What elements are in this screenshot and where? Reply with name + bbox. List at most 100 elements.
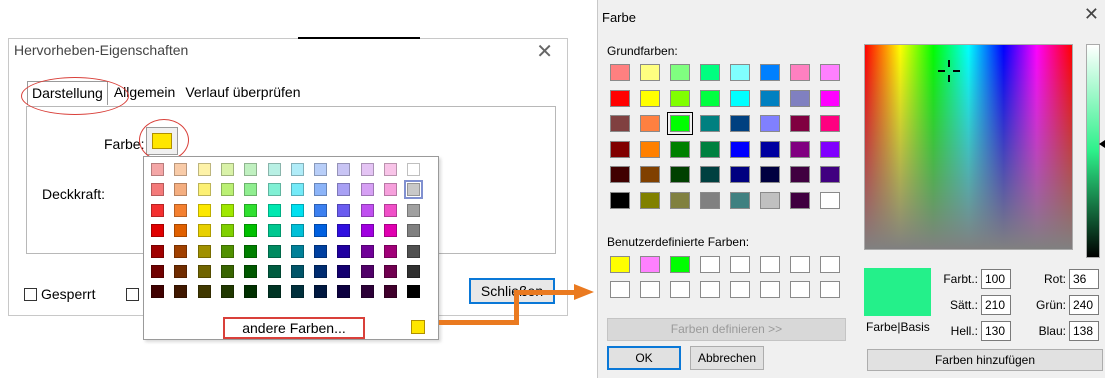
basic-color-cell[interactable]: [760, 64, 780, 81]
palette-color-cell[interactable]: [267, 265, 281, 278]
basic-color-cell[interactable]: [790, 191, 810, 209]
basic-color-cell[interactable]: [820, 64, 840, 81]
palette-color-cell[interactable]: [407, 285, 421, 299]
basic-color-cell[interactable]: [610, 64, 630, 81]
palette-color-cell[interactable]: [404, 180, 424, 200]
palette-color-cell[interactable]: [151, 203, 164, 217]
palette-color-cell[interactable]: [337, 163, 351, 176]
palette-color-cell[interactable]: [220, 183, 234, 197]
basic-color-cell[interactable]: [790, 89, 810, 107]
custom-color-cell[interactable]: [670, 281, 690, 298]
palette-color-cell[interactable]: [407, 244, 421, 258]
palette-color-cell[interactable]: [220, 224, 234, 238]
palette-color-cell[interactable]: [197, 285, 211, 299]
palette-color-cell[interactable]: [151, 285, 164, 299]
palette-color-cell[interactable]: [337, 203, 351, 217]
basic-color-cell[interactable]: [700, 140, 720, 158]
palette-color-cell[interactable]: [360, 163, 374, 176]
basic-color-cell[interactable]: [730, 115, 750, 132]
recent-color-swatch[interactable]: [411, 320, 425, 334]
palette-color-cell[interactable]: [174, 203, 188, 217]
custom-color-cell[interactable]: [700, 281, 720, 298]
basic-color-cell[interactable]: [820, 115, 840, 132]
sat-input[interactable]: [981, 295, 1011, 315]
add-colors-button[interactable]: Farben hinzufügen: [867, 349, 1103, 371]
basic-color-cell[interactable]: [610, 166, 630, 183]
palette-color-cell[interactable]: [244, 285, 258, 299]
palette-color-cell[interactable]: [360, 265, 374, 278]
close-icon[interactable]: ✕: [1084, 4, 1099, 25]
custom-color-cell[interactable]: [610, 256, 630, 273]
custom-color-cell[interactable]: [640, 256, 660, 273]
palette-color-cell[interactable]: [314, 224, 328, 238]
basic-color-cell[interactable]: [670, 140, 690, 158]
basic-color-cell[interactable]: [760, 115, 780, 132]
lum-input[interactable]: [981, 321, 1011, 341]
close-icon[interactable]: ✕: [536, 39, 553, 64]
crosshair-icon[interactable]: [938, 60, 960, 82]
palette-color-cell[interactable]: [384, 224, 397, 238]
basic-color-cell[interactable]: [700, 166, 720, 183]
basic-color-cell[interactable]: [640, 166, 660, 183]
palette-color-cell[interactable]: [244, 183, 258, 197]
basic-color-cell[interactable]: [820, 140, 840, 158]
palette-color-cell[interactable]: [151, 224, 164, 238]
basic-color-cell[interactable]: [667, 112, 693, 135]
basic-color-cell[interactable]: [730, 140, 750, 158]
hue-input[interactable]: [981, 269, 1011, 289]
basic-color-cell[interactable]: [640, 64, 660, 81]
palette-color-cell[interactable]: [267, 244, 281, 258]
palette-color-cell[interactable]: [384, 183, 397, 197]
palette-color-cell[interactable]: [197, 183, 211, 197]
basic-color-cell[interactable]: [820, 166, 840, 183]
palette-color-cell[interactable]: [197, 224, 211, 238]
custom-color-cell[interactable]: [730, 281, 750, 298]
palette-color-cell[interactable]: [197, 244, 211, 258]
palette-color-cell[interactable]: [197, 203, 211, 217]
palette-color-cell[interactable]: [360, 244, 374, 258]
custom-color-cell[interactable]: [760, 281, 780, 298]
custom-color-cell[interactable]: [820, 256, 840, 273]
basic-color-cell[interactable]: [670, 166, 690, 183]
custom-color-cell[interactable]: [760, 256, 780, 273]
palette-color-cell[interactable]: [267, 224, 281, 238]
palette-color-cell[interactable]: [360, 285, 374, 299]
palette-color-cell[interactable]: [290, 265, 304, 278]
custom-color-cell[interactable]: [820, 281, 840, 298]
palette-color-cell[interactable]: [174, 285, 188, 299]
palette-color-cell[interactable]: [337, 265, 351, 278]
custom-color-cell[interactable]: [790, 256, 810, 273]
palette-color-cell[interactable]: [290, 244, 304, 258]
palette-color-cell[interactable]: [314, 285, 328, 299]
palette-color-cell[interactable]: [267, 285, 281, 299]
palette-color-cell[interactable]: [290, 285, 304, 299]
color-spectrum[interactable]: [864, 44, 1073, 250]
palette-color-cell[interactable]: [151, 183, 164, 197]
basic-color-cell[interactable]: [640, 115, 660, 132]
palette-color-cell[interactable]: [197, 265, 211, 278]
basic-color-cell[interactable]: [640, 191, 660, 209]
basic-color-cell[interactable]: [670, 64, 690, 81]
custom-color-cell[interactable]: [670, 256, 690, 273]
basic-color-cell[interactable]: [610, 191, 630, 209]
custom-color-cell[interactable]: [640, 281, 660, 298]
green-input[interactable]: [1069, 295, 1099, 315]
palette-color-cell[interactable]: [290, 203, 304, 217]
palette-color-cell[interactable]: [384, 265, 397, 278]
palette-color-cell[interactable]: [174, 224, 188, 238]
palette-color-cell[interactable]: [407, 163, 421, 176]
palette-color-cell[interactable]: [384, 203, 397, 217]
palette-color-cell[interactable]: [244, 203, 258, 217]
palette-color-cell[interactable]: [384, 163, 397, 176]
palette-color-cell[interactable]: [267, 183, 281, 197]
palette-color-cell[interactable]: [407, 265, 421, 278]
basic-color-cell[interactable]: [790, 140, 810, 158]
basic-color-cell[interactable]: [610, 115, 630, 132]
palette-color-cell[interactable]: [220, 244, 234, 258]
basic-color-cell[interactable]: [640, 89, 660, 107]
blue-input[interactable]: [1069, 321, 1099, 341]
basic-color-cell[interactable]: [760, 166, 780, 183]
basic-color-cell[interactable]: [820, 89, 840, 107]
custom-color-cell[interactable]: [610, 281, 630, 298]
luminance-slider[interactable]: [1086, 44, 1100, 258]
